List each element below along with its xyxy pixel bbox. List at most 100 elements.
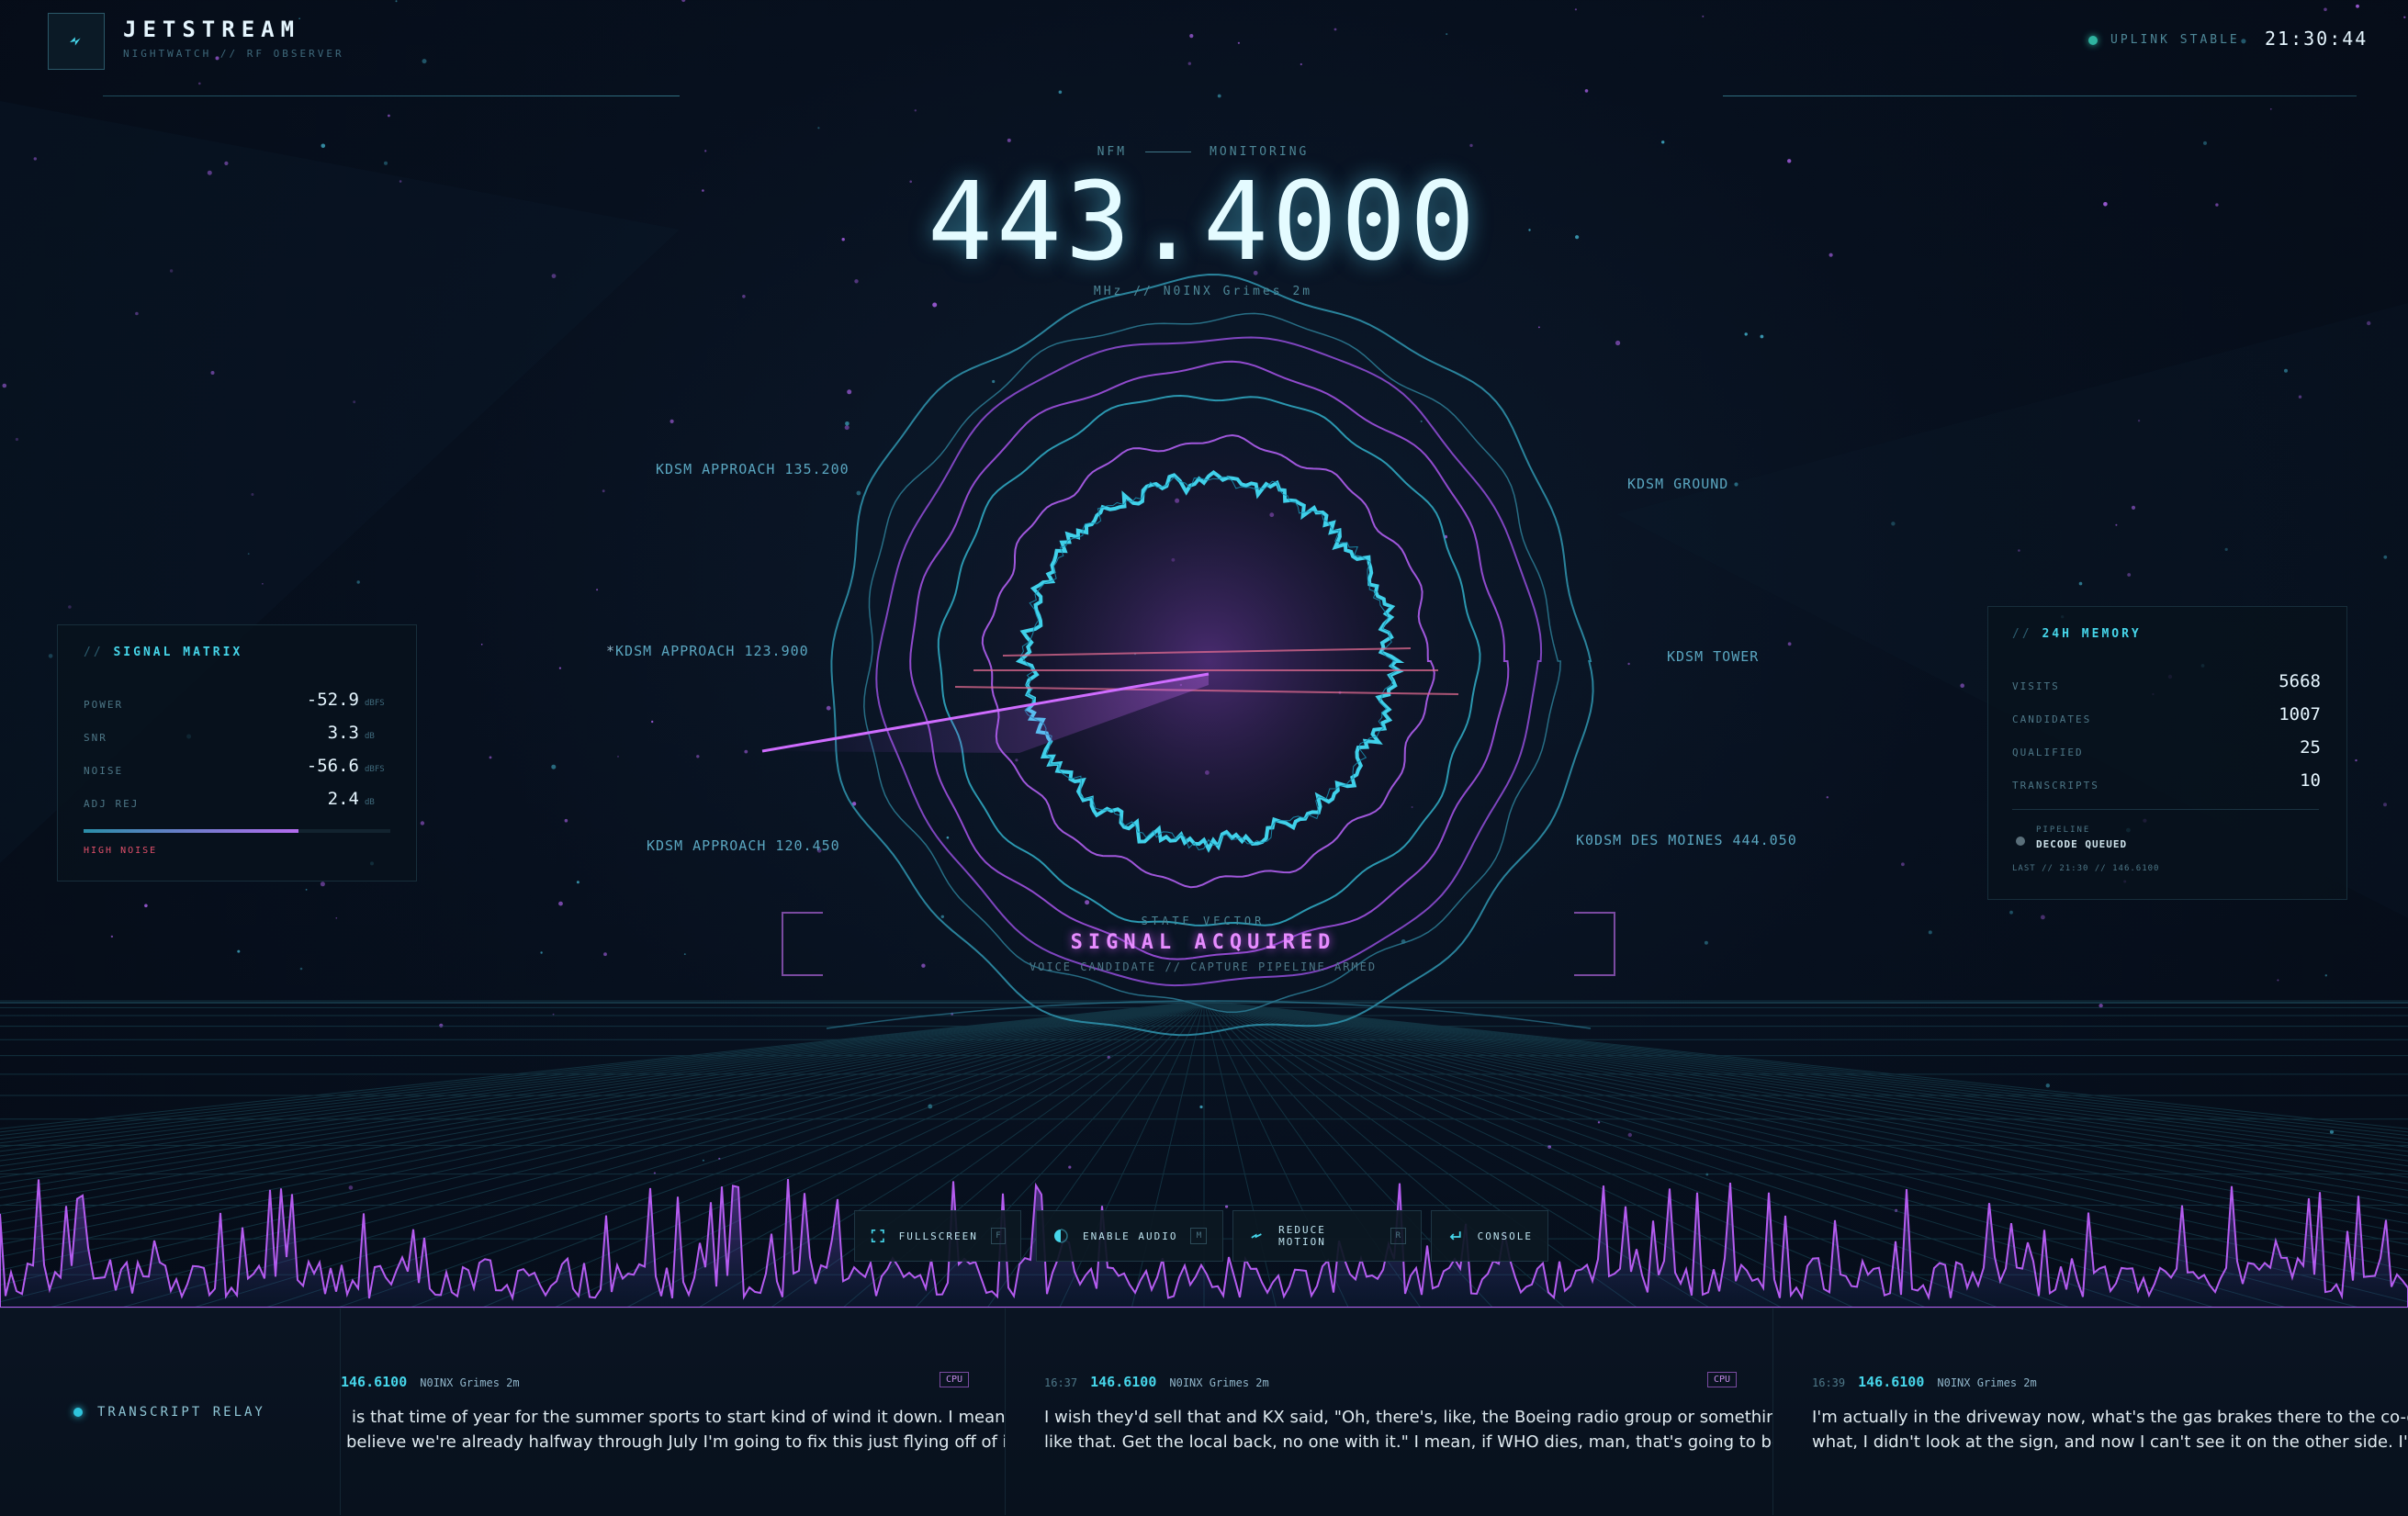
memory-panel: // 24H MEMORY VISITS 5668 CANDIDATES 1007… [1987, 606, 2347, 900]
star [2277, 979, 2279, 982]
transcript-frequency: 146.6100 [1090, 1374, 1157, 1390]
transcript-frequency: 146.6100 [341, 1374, 408, 1390]
star [420, 821, 425, 825]
star [2324, 7, 2327, 12]
uplink-label: UPLINK STABLE [2110, 33, 2240, 47]
star [1829, 253, 1833, 257]
audio-icon [1054, 1229, 1068, 1243]
tuner-mode: NFM [1097, 145, 1128, 159]
memory-divider [2012, 809, 2319, 810]
transcript-card[interactable]: 146.6100 N0INX Grimes 2m CPU is that time… [340, 1308, 1006, 1515]
star [1615, 340, 1621, 346]
memory-row-value: 10 [2300, 770, 2321, 791]
star [681, 0, 686, 3]
star [2403, 16, 2406, 18]
fullscreen-icon [871, 1230, 884, 1242]
pipeline-label: PIPELINE [2036, 825, 2091, 835]
reduce-motion-label: REDUCE MOTION [1278, 1224, 1326, 1248]
transcript-card[interactable]: 16:39 146.6100 N0INX Grimes 2m I'm actuall… [1772, 1308, 2408, 1515]
transcript-line: believe we're already halfway through Ju… [346, 1432, 1006, 1452]
ring-label: KDSM APPROACH 135.200 [656, 461, 850, 477]
matrix-row-label: POWER [84, 699, 124, 711]
state-value: SIGNAL ACQUIRED [1070, 931, 1336, 954]
transcript-card[interactable]: 16:37 146.6100 N0INX Grimes 2m CPU I wish … [1005, 1308, 1773, 1515]
ring-label: KDSM TOWER [1667, 648, 1760, 665]
star [702, 189, 704, 192]
star [1574, 8, 1577, 11]
title-prefix: // [84, 646, 104, 659]
star [1760, 334, 1764, 339]
star [1704, 940, 1708, 945]
star [1007, 138, 1011, 142]
matrix-row-value: -56.6 [306, 756, 359, 776]
app-logo [48, 13, 105, 70]
star [422, 59, 427, 64]
star [2103, 202, 2108, 207]
star [1787, 642, 1792, 646]
star [1584, 89, 1589, 93]
motion-icon [1251, 1233, 1262, 1239]
ring-label: KDSM APPROACH 120.450 [647, 837, 840, 854]
star [1787, 159, 1792, 163]
star [335, 917, 338, 919]
memory-row-label: VISITS [2012, 680, 2060, 692]
noise-meter-fill [84, 829, 298, 833]
status-dot-icon [2088, 35, 2098, 45]
matrix-row-unit: dBFS [365, 765, 385, 774]
star [1469, 143, 1473, 148]
fullscreen-label: FULLSCREEN [898, 1230, 978, 1242]
memory-row-label: QUALIFIED [2012, 747, 2084, 758]
transcript-frequency: 146.6100 [1858, 1374, 1925, 1390]
star [558, 667, 562, 669]
frequency-subtitle: MHz // N0INX Grimes 2m [1093, 285, 1313, 298]
star [2269, 107, 2272, 110]
star [540, 951, 543, 954]
star [388, 114, 390, 118]
enable-audio-button[interactable]: ENABLE AUDIO M [1036, 1210, 1223, 1262]
matrix-row-value: 3.3 [327, 723, 359, 743]
star [320, 882, 325, 887]
star [2215, 203, 2219, 207]
bolt-icon [70, 37, 81, 46]
fullscreen-button[interactable]: FULLSCREEN F [854, 1210, 1021, 1262]
console-button[interactable]: CONSOLE [1431, 1210, 1548, 1262]
star [1627, 1132, 1633, 1138]
reduce-motion-button[interactable]: REDUCE MOTION R [1232, 1210, 1422, 1262]
star [844, 425, 850, 431]
star [1199, 1105, 1203, 1109]
enable-audio-label: ENABLE AUDIO [1083, 1230, 1178, 1242]
transcript-relay-label: TRANSCRIPT RELAY [73, 1405, 265, 1420]
fullscreen-key: F [990, 1228, 1006, 1244]
star [1627, 662, 1630, 666]
star [856, 490, 861, 496]
transcript-meta: 146.6100 N0INX Grimes 2m [341, 1374, 520, 1390]
star [2099, 1004, 2103, 1008]
star [2241, 39, 2246, 44]
matrix-row-label: ADJ REJ [84, 798, 140, 810]
star [576, 881, 579, 884]
star [1702, 15, 1705, 17]
ring-label: *KDSM APPROACH 123.900 [606, 643, 809, 659]
star [1189, 34, 1194, 39]
star [914, 109, 917, 112]
memory-row-label: CANDIDATES [2012, 713, 2092, 725]
transcript-source: N0INX Grimes 2m [1169, 1376, 1269, 1389]
star [2009, 910, 2013, 915]
matrix-row-label: NOISE [84, 765, 124, 777]
transcript-text: is that time of year for the summer spor… [346, 1405, 1006, 1454]
enable-audio-key: M [1190, 1228, 1208, 1244]
star [742, 295, 746, 298]
star [110, 935, 114, 938]
transcript-line: like that. Get the local back, no one wi… [1044, 1432, 1773, 1452]
transcript-time: 16:39 [1812, 1376, 1846, 1389]
star [356, 580, 360, 584]
return-icon [1449, 1231, 1461, 1241]
ring-label: K0DSM DES MOINES 444.050 [1576, 832, 1797, 848]
transcript-text: I'm actually in the driveway now, what's… [1812, 1405, 2408, 1454]
star [1217, 94, 1221, 98]
memory-row-value: 5668 [2279, 671, 2321, 691]
transcript-badge: CPU [1707, 1372, 1738, 1387]
relay-dot-icon [73, 1408, 83, 1417]
frequency-readout: 443.4000 [927, 158, 1480, 285]
star [1446, 33, 1448, 36]
